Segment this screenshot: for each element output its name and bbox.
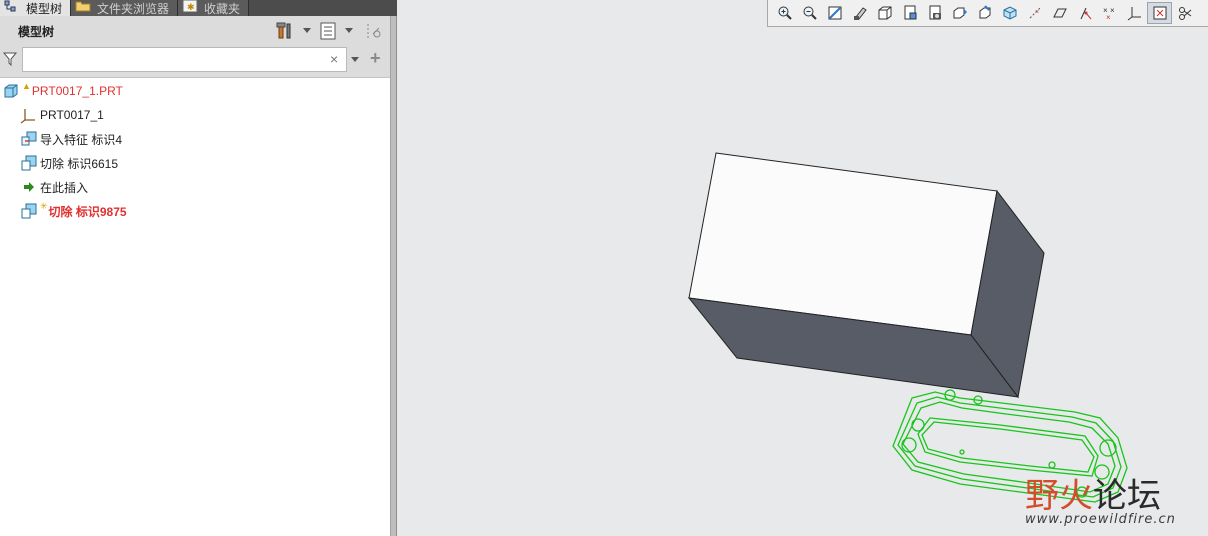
forum-watermark: 野火论坛 www.proewildfire.cn (1025, 468, 1205, 530)
add-filter-icon[interactable]: + (370, 48, 381, 69)
tree-node-cut-6615[interactable]: 切除 标识6615 (20, 153, 118, 173)
part-icon (2, 82, 20, 100)
model-viewport[interactable] (397, 0, 1208, 536)
model-tree-header: 模型树 (0, 16, 390, 44)
tree-node-label: 在此插入 (40, 180, 89, 195)
cut-icon (20, 154, 38, 172)
tree-search-input[interactable] (22, 47, 347, 72)
tree-node-insert-here[interactable]: 在此插入 (20, 177, 88, 197)
model-tree: ▲ PRT0017_1.PRT PRT0017_1 导入特征 标识4 切除 标识… (0, 77, 390, 536)
view-manager-icon[interactable] (947, 2, 972, 24)
svg-text:×: × (1035, 9, 1039, 16)
tree-node-label: PRT0017_1 (40, 108, 104, 122)
tab-label: 文件夹浏览器 (97, 1, 170, 16)
tree-node-label: 导入特征 标识4 (40, 132, 123, 147)
tree-node-root-part[interactable]: ▲ PRT0017_1.PRT (2, 81, 123, 101)
watermark-red-text: 野火 (1025, 476, 1093, 516)
tree-node-label: 切除 标识9875 (48, 204, 127, 219)
refit-icon[interactable] (822, 2, 847, 24)
saved-orientations-icon[interactable] (897, 2, 922, 24)
section-icon[interactable] (997, 2, 1022, 24)
panel-splitter[interactable] (390, 16, 397, 536)
tree-node-cut-9875[interactable]: ✳ 切除 标识9875 (20, 201, 127, 221)
import-feature-icon (20, 130, 38, 148)
folder-icon (75, 0, 91, 12)
watermark-url: www.proewildfire.cn (1025, 512, 1176, 527)
tree-node-label: 切除 标识6615 (40, 156, 119, 171)
datum-axis-icon[interactable]: × (1022, 2, 1047, 24)
tab-model-tree[interactable]: 模型树 (0, 0, 72, 16)
annotation-icon[interactable] (1172, 2, 1197, 24)
cut-icon (20, 202, 38, 220)
tree-filter-row: × + (0, 45, 390, 73)
clear-search-icon[interactable]: × (330, 51, 338, 67)
filter-icon[interactable] (2, 52, 18, 67)
zoom-out-icon[interactable] (797, 2, 822, 24)
csys-icon[interactable] (1122, 2, 1147, 24)
point-tags-icon[interactable]: × × × (1097, 2, 1122, 24)
model-tree-tab-icon (4, 0, 20, 12)
model-tree-panel: 模型树 文件夹浏览器 ✱ 收藏夹 模型树 × + ▲ PRT0017_1.PRT… (0, 0, 397, 536)
regen-failed-icon: ✳ (40, 200, 48, 211)
view-toolbar: × × × × (767, 0, 1208, 27)
show-list-icon[interactable] (319, 22, 339, 40)
svg-text:✱: ✱ (187, 2, 195, 12)
datum-point-icon[interactable] (1072, 2, 1097, 24)
warning-icon: ▲ (22, 81, 31, 91)
filter-dropdown-caret-icon[interactable] (351, 57, 359, 62)
watermark-dark-text: 论坛 (1093, 476, 1161, 516)
svg-text:×: × (1110, 6, 1115, 15)
named-views-icon[interactable] (922, 2, 947, 24)
settings-dropdown-caret-icon[interactable] (303, 28, 311, 33)
tab-favorites[interactable]: ✱ 收藏夹 (178, 0, 250, 16)
tab-folder-browser[interactable]: 文件夹浏览器 (71, 0, 179, 16)
svg-text:×: × (1106, 13, 1111, 21)
tree-node-csys[interactable]: PRT0017_1 (20, 105, 104, 125)
watermark-logo-text: 野火论坛 (1025, 468, 1161, 517)
insert-here-arrow-icon (20, 178, 38, 196)
spin-center-icon[interactable] (1147, 2, 1172, 24)
navigator-tabs: 模型树 文件夹浏览器 ✱ 收藏夹 (0, 0, 397, 16)
csys-icon (20, 106, 38, 124)
perspective-icon[interactable] (972, 2, 997, 24)
model-tree-title: 模型树 (18, 25, 55, 39)
tree-node-import-feature[interactable]: 导入特征 标识4 (20, 129, 122, 149)
hide-panel-icon[interactable] (364, 22, 384, 40)
display-style-icon[interactable] (872, 2, 897, 24)
show-dropdown-caret-icon[interactable] (345, 28, 353, 33)
zoom-in-icon[interactable] (772, 2, 797, 24)
datum-plane-icon[interactable] (1047, 2, 1072, 24)
favorites-icon: ✱ (182, 0, 198, 13)
repaint-icon[interactable] (847, 2, 872, 24)
settings-tools-icon[interactable] (276, 22, 296, 40)
tab-label: 收藏夹 (204, 1, 241, 16)
tab-label: 模型树 (26, 1, 63, 16)
tree-node-label: PRT0017_1.PRT (31, 84, 123, 98)
